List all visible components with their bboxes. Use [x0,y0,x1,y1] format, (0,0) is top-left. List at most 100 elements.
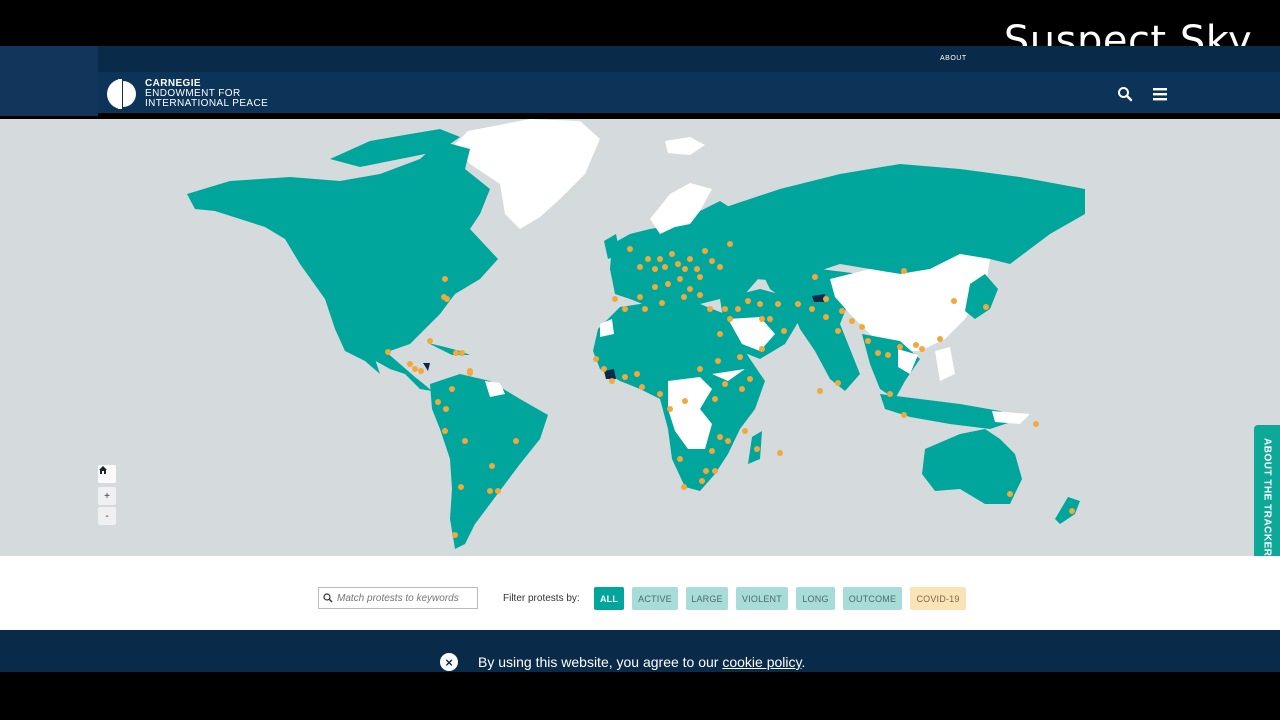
filter-chip-covid-19[interactable]: COVID-19 [910,587,966,610]
protest-marker[interactable] [665,281,671,287]
protest-marker[interactable] [715,358,721,364]
protest-marker[interactable] [759,346,765,352]
protest-marker[interactable] [745,298,751,304]
protest-marker[interactable] [717,264,723,270]
protest-marker[interactable] [639,384,645,390]
protest-marker[interactable] [1069,508,1075,514]
protest-marker[interactable] [657,391,663,397]
protest-marker[interactable] [458,484,464,490]
hamburger-menu-icon[interactable] [1151,85,1171,103]
protest-marker[interactable] [712,396,718,402]
protest-marker[interactable] [913,342,919,348]
protest-marker[interactable] [462,438,468,444]
australia-region[interactable] [922,429,1022,504]
filter-chip-large[interactable]: LARGE [686,587,728,610]
keyword-search-input[interactable] [337,592,473,604]
filter-chip-violent[interactable]: VIOLENT [736,587,788,610]
protest-marker[interactable] [809,306,815,312]
protest-marker[interactable] [681,294,687,300]
protest-marker[interactable] [642,306,648,312]
protest-marker[interactable] [667,406,673,412]
protest-marker[interactable] [637,294,643,300]
protest-marker[interactable] [513,438,519,444]
protest-marker[interactable] [754,446,760,452]
protest-marker[interactable] [709,448,715,454]
protest-marker[interactable] [622,374,628,380]
north-america-region[interactable] [187,141,498,374]
filter-chip-active[interactable]: ACTIVE [632,587,678,610]
keyword-search-box[interactable] [318,587,478,609]
protest-marker[interactable] [725,438,731,444]
protest-marker[interactable] [919,346,925,352]
protest-marker[interactable] [442,428,448,434]
protest-marker[interactable] [849,318,855,324]
search-icon[interactable] [1116,85,1136,103]
protest-marker[interactable] [449,386,455,392]
protest-marker[interactable] [612,296,618,302]
filter-chip-long[interactable]: LONG [796,587,835,610]
protest-marker[interactable] [823,314,829,320]
protest-marker[interactable] [901,412,907,418]
zoom-in-button[interactable]: + [98,487,116,505]
protest-marker[interactable] [442,276,448,282]
protest-marker[interactable] [817,388,823,394]
carnegie-logo[interactable]: CARNEGIE ENDOWMENT FOR INTERNATIONAL PEA… [106,77,268,111]
protest-marker[interactable] [627,246,633,252]
protest-marker[interactable] [669,251,675,257]
protest-marker[interactable] [427,338,433,344]
protest-marker[interactable] [781,328,787,334]
close-icon[interactable]: × [440,653,458,671]
indonesia-region[interactable] [880,394,1020,429]
protest-marker[interactable] [697,366,703,372]
protest-marker[interactable] [742,428,748,434]
map-home-button[interactable] [98,465,116,483]
protest-marker[interactable] [722,381,728,387]
protest-marker[interactable] [682,266,688,272]
protest-marker[interactable] [697,292,703,298]
protest-marker[interactable] [1007,491,1013,497]
protest-marker[interactable] [885,352,891,358]
protest-marker[interactable] [702,248,708,254]
protest-marker[interactable] [759,316,765,322]
protest-marker[interactable] [901,268,907,274]
protest-marker[interactable] [737,354,743,360]
protest-marker[interactable] [652,266,658,272]
iceland-region[interactable] [665,137,705,155]
protest-marker[interactable] [937,336,943,342]
protest-marker[interactable] [697,274,703,280]
papua-white-region[interactable] [992,411,1030,424]
protest-marker[interactable] [687,256,693,262]
protest-marker[interactable] [487,488,493,494]
protest-marker[interactable] [747,376,753,382]
protest-marker[interactable] [835,328,841,334]
protest-marker[interactable] [795,301,801,307]
protest-marker[interactable] [407,361,413,367]
about-the-tracker-tab[interactable]: ABOUT THE TRACKER [1254,425,1280,556]
protest-marker[interactable] [717,434,723,440]
cookie-policy-link[interactable]: cookie policy [722,654,801,670]
protest-marker[interactable] [441,294,447,300]
protest-marker[interactable] [385,349,391,355]
protest-marker[interactable] [767,316,773,322]
central-america-region[interactable] [360,344,432,391]
protest-marker[interactable] [727,241,733,247]
protest-marker[interactable] [452,532,458,538]
world-protest-map[interactable]: + - ABOUT THE TRACKER [0,119,1280,556]
protest-marker[interactable] [727,316,733,322]
protest-marker[interactable] [467,368,473,374]
protest-marker[interactable] [835,380,841,386]
protest-marker[interactable] [983,304,989,310]
protest-marker[interactable] [687,286,693,292]
protest-marker[interactable] [622,306,628,312]
protest-marker[interactable] [735,306,741,312]
protest-marker[interactable] [634,371,640,377]
protest-marker[interactable] [823,296,829,302]
protest-marker[interactable] [775,301,781,307]
protest-marker[interactable] [694,266,700,272]
new-zealand-region[interactable] [1055,497,1080,524]
about-link[interactable]: ABOUT [940,55,967,62]
philippines-region[interactable] [935,347,955,381]
protest-marker[interactable] [681,484,687,490]
protest-marker[interactable] [709,258,715,264]
filter-chip-all[interactable]: ALL [594,587,624,610]
